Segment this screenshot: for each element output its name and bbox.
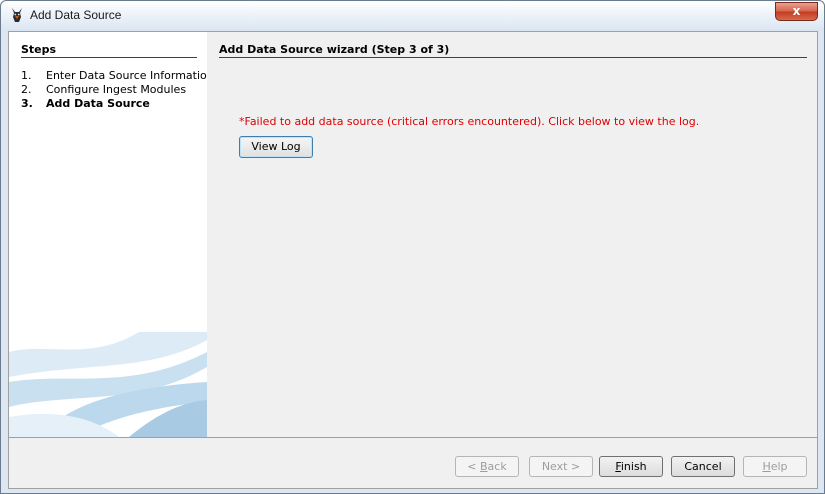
step-item-1: 1. Enter Data Source Information: [21, 69, 207, 83]
close-button[interactable]: x: [775, 2, 818, 21]
step-item-3-current: 3. Add Data Source: [21, 97, 207, 111]
back-label-rest: ack: [487, 460, 507, 473]
cancel-button[interactable]: Cancel: [671, 456, 735, 477]
autopsy-dog-icon: [12, 8, 22, 22]
wizard-step-title: Add Data Source wizard (Step 3 of 3): [219, 43, 807, 58]
help-label-rest: elp: [770, 460, 788, 473]
title-bar[interactable]: Add Data Source x: [1, 1, 824, 31]
error-message: *Failed to add data source (critical err…: [239, 115, 700, 128]
content-panel: Add Data Source wizard (Step 3 of 3) *Fa…: [207, 32, 817, 437]
step-label: Add Data Source: [46, 97, 150, 110]
window-title: Add Data Source: [30, 8, 122, 22]
help-mnemonic: H: [762, 460, 771, 473]
step-label: Configure Ingest Modules: [46, 83, 187, 96]
finish-label-rest: inish: [620, 460, 647, 473]
back-button[interactable]: < Back: [455, 456, 519, 477]
help-button[interactable]: Help: [743, 456, 807, 477]
next-button[interactable]: Next >: [529, 456, 593, 477]
back-mnemonic: B: [480, 460, 488, 473]
finish-button[interactable]: Finish: [599, 456, 663, 477]
step-number: 2.: [21, 83, 32, 96]
decorative-swoosh-graphic: [9, 332, 207, 437]
steps-list: 1. Enter Data Source Information 2. Config…: [21, 69, 207, 111]
steps-panel: Steps 1. Enter Data Source Information 2.…: [9, 32, 207, 437]
steps-heading: Steps: [21, 43, 197, 58]
step-number: 1.: [21, 69, 32, 82]
close-icon: x: [792, 4, 801, 18]
step-label: Enter Data Source Information: [46, 69, 207, 82]
view-log-button[interactable]: View Log: [239, 136, 313, 158]
wizard-body: Steps 1. Enter Data Source Information 2.…: [8, 31, 818, 489]
button-bar-divider: [9, 437, 817, 438]
step-item-2: 2. Configure Ingest Modules: [21, 83, 207, 97]
add-data-source-window: Add Data Source x Steps 1. Enter Data Sou…: [0, 0, 825, 494]
back-prefix: <: [467, 460, 480, 473]
step-number: 3.: [21, 97, 33, 110]
